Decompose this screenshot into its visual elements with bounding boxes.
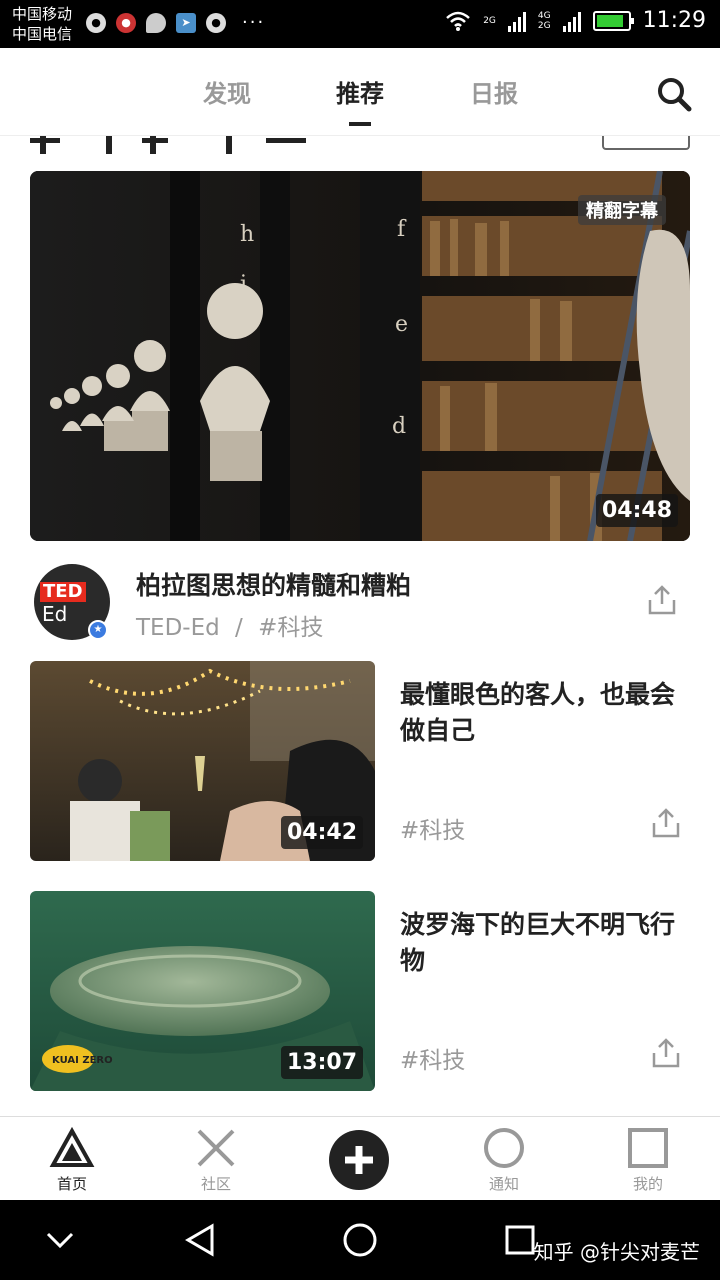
plus-icon: [345, 1146, 373, 1174]
tab-recommend[interactable]: 推荐: [336, 74, 384, 109]
clock: 11:29: [642, 8, 706, 33]
carrier-1: 中国移动: [12, 5, 73, 23]
share-icon[interactable]: [650, 1037, 682, 1069]
svg-text:h: h: [240, 222, 254, 247]
subtitle-badge: 精翻字幕: [578, 195, 666, 225]
svg-text:KUAI ZERO: KUAI ZERO: [52, 1055, 113, 1066]
battery-icon: [592, 10, 634, 31]
verified-badge-icon: ★: [88, 620, 108, 640]
video-duration: 04:48: [595, 494, 678, 527]
video-thumbnail[interactable]: 04:42: [30, 661, 375, 861]
video-tag[interactable]: #科技: [400, 811, 465, 845]
video-card[interactable]: KUAI ZERO 13:07 波罗海下的巨大不明飞行物 #科技: [30, 891, 690, 1091]
notification-app2-icon: ●: [206, 12, 226, 33]
featured-video-title[interactable]: 柏拉图思想的精髓和糟粕: [136, 566, 411, 602]
watermark-text: 知乎 @针尖对麦芒: [533, 1240, 700, 1264]
signal-icon-2: [562, 10, 581, 32]
chat-bubble-icon: [146, 12, 166, 33]
nav-profile[interactable]: 我的: [603, 1125, 693, 1194]
paper-plane-icon: ➤: [176, 12, 196, 33]
video-card[interactable]: 04:42 最懂眼色的客人，也最会做自己 #科技: [30, 661, 690, 861]
search-icon[interactable]: [656, 76, 692, 112]
chevron-down-icon[interactable]: [44, 1228, 76, 1252]
home-icon[interactable]: [342, 1222, 378, 1258]
featured-video-info[interactable]: TED Ed ★ 柏拉图思想的精髓和糟粕 TED-Ed / #科技: [30, 560, 690, 650]
network-indicator-1: 2G: [483, 15, 496, 26]
carrier-2: 中国电信: [12, 25, 73, 43]
create-button[interactable]: [329, 1130, 389, 1190]
top-navigation: 发现 推荐 日报: [0, 48, 720, 136]
cross-icon: [197, 1129, 235, 1167]
nav-community-label: 社区: [200, 1175, 231, 1193]
video-tag[interactable]: #科技: [258, 615, 323, 641]
notification-icons: ● ● ➤ ● ···: [86, 12, 265, 33]
nav-notifications[interactable]: 通知: [459, 1125, 549, 1194]
signal-icon-1: [507, 10, 526, 32]
featured-video-meta: TED-Ed / #科技: [136, 608, 323, 642]
network-indicator-2: 4G 2G: [537, 10, 551, 31]
back-icon[interactable]: [184, 1222, 216, 1258]
bottom-navigation: 首页 社区 通知 我的: [0, 1116, 720, 1200]
circle-icon: [484, 1128, 524, 1168]
svg-text:d: d: [392, 414, 406, 439]
notification-music-icon: ●: [116, 12, 136, 33]
system-navigation-bar: 知乎 @针尖对麦芒: [0, 1200, 720, 1280]
avatar-ed-text: Ed: [42, 602, 68, 626]
video-duration: 04:42: [280, 816, 363, 849]
tab-discover[interactable]: 发现: [203, 74, 251, 109]
video-duration: 13:07: [280, 1046, 363, 1079]
tab-daily[interactable]: 日报: [470, 74, 518, 109]
meta-separator: /: [235, 615, 243, 641]
avatar-ted-text: TED: [40, 582, 86, 602]
library-busts-image: hf edi: [30, 171, 690, 541]
nav-notifications-label: 通知: [488, 1175, 519, 1193]
nav-home-label: 首页: [56, 1175, 87, 1193]
square-icon: [628, 1128, 668, 1168]
channel-name[interactable]: TED-Ed: [136, 615, 220, 641]
wifi-icon: [446, 11, 471, 31]
share-icon[interactable]: [650, 807, 682, 839]
video-title[interactable]: 最懂眼色的客人，也最会做自己: [400, 677, 690, 749]
nav-profile-label: 我的: [632, 1175, 663, 1193]
video-title[interactable]: 波罗海下的巨大不明飞行物: [400, 907, 690, 979]
active-tab-indicator: [349, 122, 371, 126]
svg-text:e: e: [395, 312, 408, 337]
triangle-icon: [49, 1126, 95, 1167]
featured-video-thumbnail[interactable]: hf edi 精翻字幕 04:48: [30, 171, 690, 541]
status-right: 2G 4G 2G 11:29: [445, 8, 706, 33]
share-icon[interactable]: [646, 584, 678, 616]
recent-apps-icon[interactable]: [504, 1224, 536, 1256]
video-tag[interactable]: #科技: [400, 1041, 465, 1075]
nav-home[interactable]: 首页: [27, 1125, 117, 1194]
carrier-info: 中国移动 中国电信: [12, 4, 72, 44]
more-notifications-icon: ···: [242, 12, 266, 33]
notification-app-icon: ●: [86, 12, 106, 33]
video-thumbnail[interactable]: KUAI ZERO 13:07: [30, 891, 375, 1091]
status-bar: 中国移动 中国电信 ● ● ➤ ● ··· 2G 4G 2G 11:29: [0, 0, 720, 48]
nav-community[interactable]: 社区: [171, 1125, 261, 1194]
